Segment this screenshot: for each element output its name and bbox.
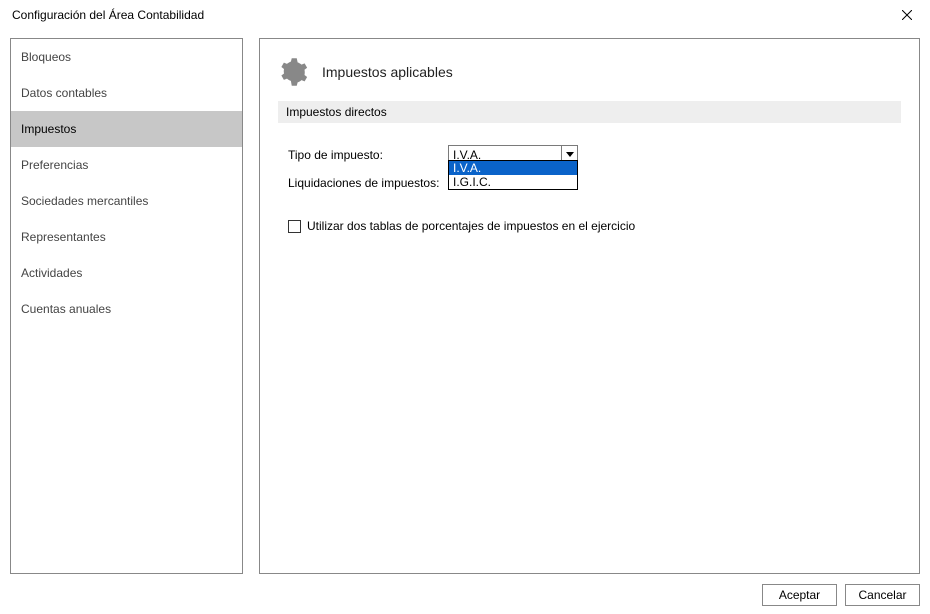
dialog-buttons: Aceptar Cancelar [762, 584, 920, 606]
close-icon [902, 10, 912, 20]
form: Tipo de impuesto: I.V.A. I.V.A. I.G.I.C. [260, 123, 919, 251]
sidebar-item-datos-contables[interactable]: Datos contables [11, 75, 242, 111]
sidebar: Bloqueos Datos contables Impuestos Prefe… [10, 38, 243, 574]
content-title: Impuestos aplicables [322, 64, 453, 80]
row-tipo-impuesto: Tipo de impuesto: I.V.A. I.V.A. I.G.I.C. [288, 141, 891, 169]
sidebar-item-label: Datos contables [21, 86, 107, 100]
close-button[interactable] [892, 0, 922, 30]
sidebar-item-impuestos[interactable]: Impuestos [11, 111, 242, 147]
accept-button[interactable]: Aceptar [762, 584, 837, 606]
dropdown-tipo-impuesto: I.V.A. I.G.I.C. [448, 160, 578, 190]
sidebar-item-label: Sociedades mercantiles [21, 194, 148, 208]
gear-icon [278, 57, 308, 87]
checkbox-label: Utilizar dos tablas de porcentajes de im… [307, 219, 635, 233]
sidebar-item-representantes[interactable]: Representantes [11, 219, 242, 255]
checkbox-dos-tablas[interactable] [288, 220, 301, 233]
sidebar-item-preferencias[interactable]: Preferencias [11, 147, 242, 183]
row-liquidaciones: Liquidaciones de impuestos: [288, 169, 891, 197]
sidebar-item-label: Cuentas anuales [21, 302, 111, 316]
section-header: Impuestos directos [278, 101, 901, 123]
sidebar-item-label: Preferencias [21, 158, 88, 172]
label-liquidaciones: Liquidaciones de impuestos: [288, 176, 448, 190]
sidebar-item-label: Actividades [21, 266, 82, 280]
dropdown-option-iva[interactable]: I.V.A. [449, 161, 577, 175]
section-title: Impuestos directos [286, 105, 387, 119]
cancel-button[interactable]: Cancelar [845, 584, 920, 606]
dropdown-option-label: I.V.A. [453, 161, 481, 175]
sidebar-item-sociedades-mercantiles[interactable]: Sociedades mercantiles [11, 183, 242, 219]
dropdown-option-label: I.G.I.C. [453, 175, 491, 189]
sidebar-item-label: Impuestos [21, 122, 76, 136]
sidebar-item-cuentas-anuales[interactable]: Cuentas anuales [11, 291, 242, 327]
content-header: Impuestos aplicables [260, 39, 919, 101]
button-label: Aceptar [779, 588, 820, 602]
label-tipo-impuesto: Tipo de impuesto: [288, 148, 448, 162]
sidebar-item-label: Bloqueos [21, 50, 71, 64]
row-checkbox-dos-tablas[interactable]: Utilizar dos tablas de porcentajes de im… [288, 219, 891, 233]
titlebar: Configuración del Área Contabilidad [0, 0, 930, 30]
sidebar-item-label: Representantes [21, 230, 106, 244]
dropdown-option-igic[interactable]: I.G.I.C. [449, 175, 577, 189]
chevron-down-icon [566, 152, 574, 158]
window-title: Configuración del Área Contabilidad [12, 8, 892, 22]
button-label: Cancelar [858, 588, 906, 602]
sidebar-item-actividades[interactable]: Actividades [11, 255, 242, 291]
content-panel: Impuestos aplicables Impuestos directos … [259, 38, 920, 574]
sidebar-item-bloqueos[interactable]: Bloqueos [11, 39, 242, 75]
body-area: Bloqueos Datos contables Impuestos Prefe… [10, 38, 920, 574]
